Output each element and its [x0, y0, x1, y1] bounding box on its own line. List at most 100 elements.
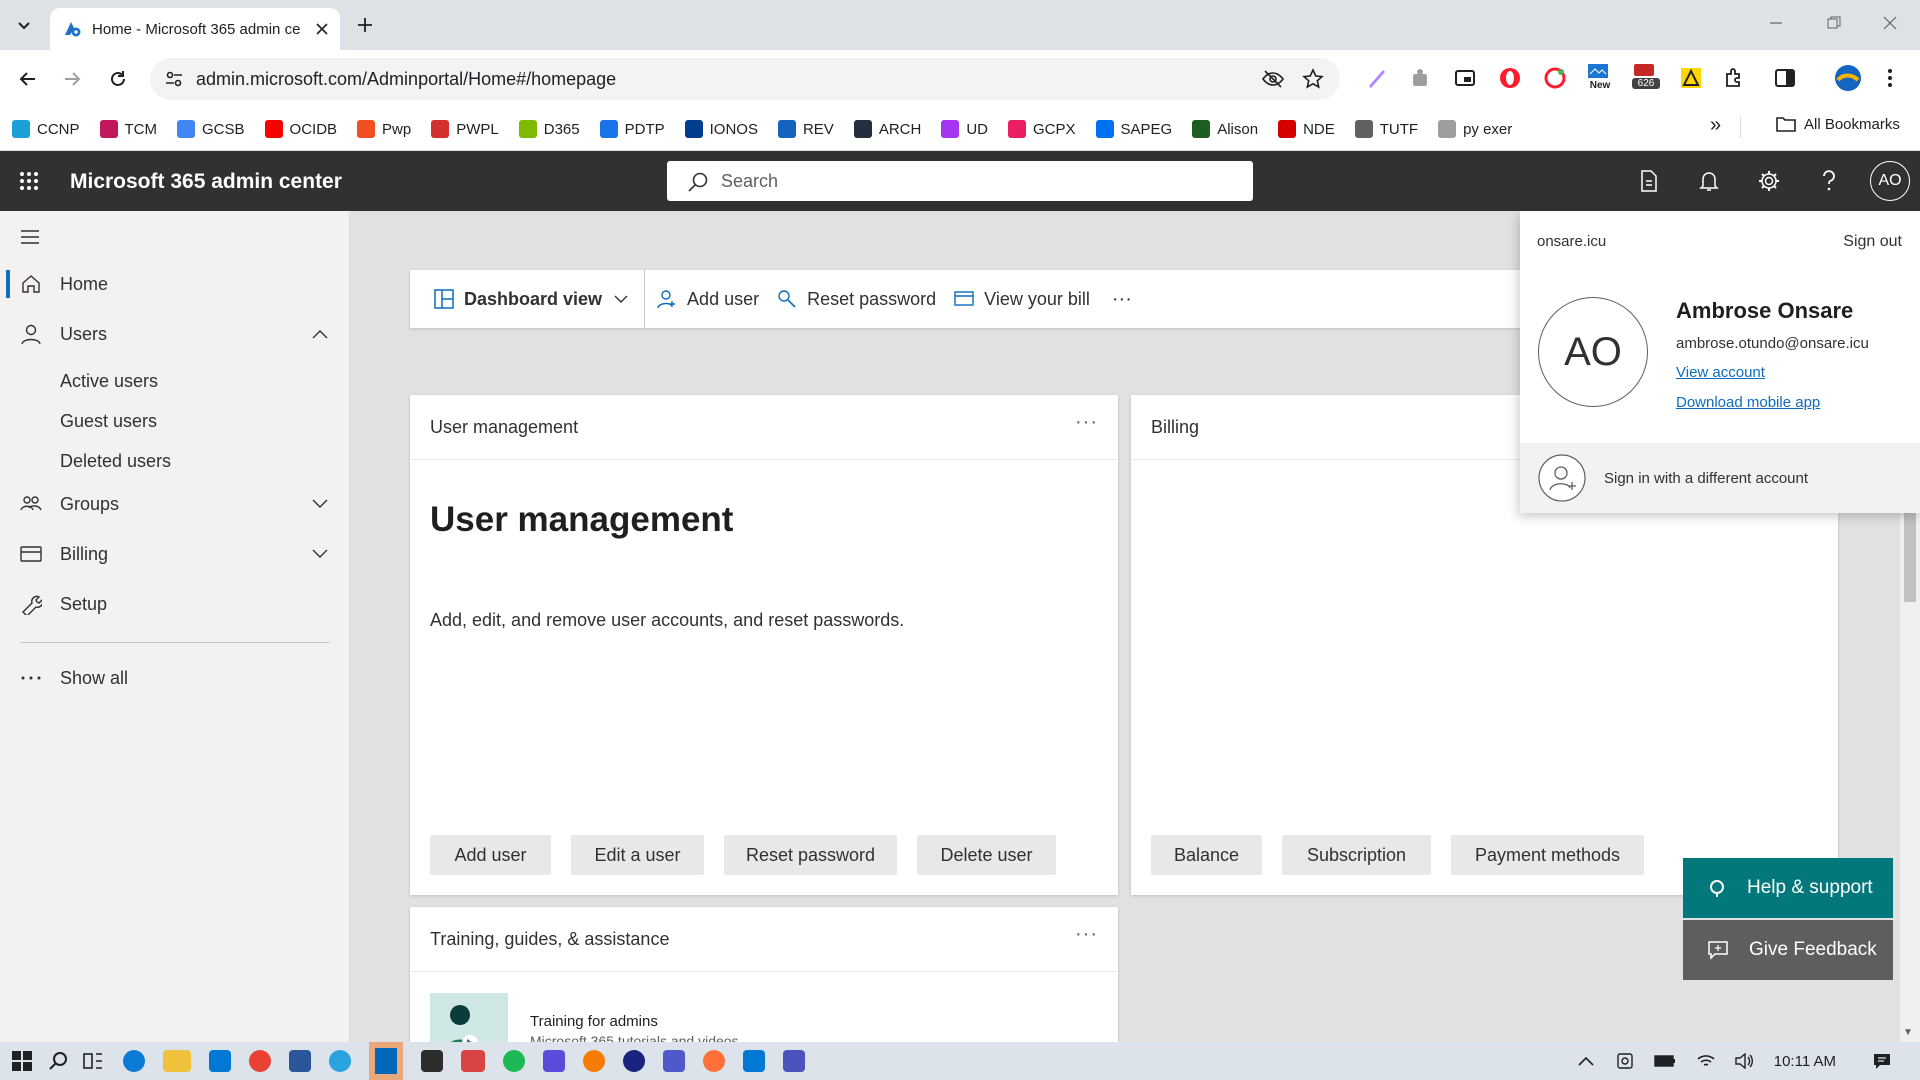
notifications-bell-icon[interactable]	[1694, 166, 1724, 196]
more-bookmarks-chevron-icon[interactable]: »	[1710, 114, 1721, 137]
picture-in-picture-icon[interactable]	[1453, 66, 1477, 90]
warning-extension-icon[interactable]	[1679, 66, 1703, 90]
scroll-down-arrow-icon[interactable]: ▼	[1903, 1027, 1913, 1038]
app-name[interactable]: Microsoft 365 admin center	[70, 170, 342, 194]
bookmark-item[interactable]: ARCH	[853, 120, 921, 138]
tab-search-chevron-icon[interactable]	[12, 13, 36, 37]
delete-user-button[interactable]: Delete user	[917, 835, 1056, 875]
bookmark-item[interactable]: TCM	[99, 120, 157, 138]
opera-extension-icon[interactable]	[1498, 66, 1522, 90]
bookmark-item[interactable]: GCPX	[1008, 120, 1076, 138]
bookmark-item[interactable]: IONOS	[684, 120, 758, 138]
teams-work-icon[interactable]	[783, 1050, 805, 1072]
add-user-command[interactable]: Add user	[657, 289, 759, 310]
nav-item-deleted-users[interactable]: Deleted users	[60, 451, 171, 472]
nav-item-show-all[interactable]: Show all	[0, 656, 350, 700]
view-account-link[interactable]: View account	[1676, 364, 1765, 381]
card-more-ellipsis-icon[interactable]: ···	[1075, 923, 1098, 946]
more-commands-ellipsis-icon[interactable]: ···	[1112, 288, 1132, 311]
subscription-button[interactable]: Subscription	[1282, 835, 1431, 875]
volume-icon[interactable]	[1734, 1053, 1754, 1069]
close-tab-icon[interactable]	[316, 23, 328, 35]
windows-start-icon[interactable]	[12, 1051, 32, 1071]
notification-center-icon[interactable]	[1872, 1052, 1892, 1070]
search-icon[interactable]	[48, 1051, 68, 1071]
browser-menu-icon[interactable]	[1886, 66, 1894, 90]
site-info-icon[interactable]	[164, 69, 184, 89]
terminal-icon[interactable]	[421, 1050, 443, 1072]
address-bar[interactable]: admin.microsoft.com/Adminportal/Home#/ho…	[150, 58, 1340, 100]
vpn-icon[interactable]	[543, 1050, 565, 1072]
news-extension-icon[interactable]: New	[1586, 62, 1614, 91]
show-hidden-icons-chevron-icon[interactable]	[1578, 1056, 1594, 1066]
dashboard-view-button[interactable]: Dashboard view	[434, 289, 628, 310]
collapse-nav-hamburger-icon[interactable]	[20, 229, 40, 245]
payment-methods-button[interactable]: Payment methods	[1451, 835, 1644, 875]
forward-icon[interactable]	[60, 67, 84, 91]
bookmark-item[interactable]: PDTP	[599, 120, 665, 138]
search-box[interactable]: Search	[667, 161, 1253, 201]
browser-tab-active[interactable]: Home - Microsoft 365 admin ce	[50, 8, 340, 50]
add-user-button[interactable]: Add user	[430, 835, 551, 875]
close-window-icon[interactable]	[1882, 15, 1898, 31]
help-question-icon[interactable]	[1814, 166, 1844, 196]
reset-password-command[interactable]: Reset password	[777, 289, 936, 310]
telegram-icon[interactable]	[329, 1050, 351, 1072]
bookmark-item[interactable]: Alison	[1192, 120, 1258, 138]
bookmark-star-icon[interactable]	[1302, 68, 1324, 90]
teams-icon[interactable]	[663, 1050, 685, 1072]
bookmark-item[interactable]: NDE	[1278, 120, 1335, 138]
eye-off-icon[interactable]	[1262, 69, 1284, 89]
training-item-title[interactable]: Training for admins	[530, 1013, 658, 1030]
document-icon[interactable]	[1634, 166, 1664, 196]
nav-item-home[interactable]: Home	[0, 262, 350, 306]
bookmark-item[interactable]: PWPL	[431, 120, 499, 138]
store-icon[interactable]	[209, 1050, 231, 1072]
profile-avatar-icon[interactable]	[1834, 64, 1862, 92]
bookmark-item[interactable]: GCSB	[177, 120, 245, 138]
taskbar-clock[interactable]: 10:11 AM	[1774, 1053, 1836, 1070]
edge-icon[interactable]	[123, 1050, 145, 1072]
balance-button[interactable]: Balance	[1151, 835, 1262, 875]
restore-window-icon[interactable]	[1826, 15, 1842, 31]
nav-item-active-users[interactable]: Active users	[60, 371, 158, 392]
puzzle-grey-extension-icon[interactable]	[1408, 66, 1432, 90]
battery-icon[interactable]	[1654, 1055, 1676, 1067]
outlook-icon[interactable]	[743, 1050, 765, 1072]
vscode-icon[interactable]	[369, 1042, 403, 1080]
sign-out-link[interactable]: Sign out	[1843, 233, 1902, 251]
task-view-icon[interactable]	[82, 1051, 104, 1071]
counter-extension-icon[interactable]: 626	[1632, 62, 1660, 89]
nav-item-users[interactable]: Users	[0, 312, 350, 356]
search-app-icon[interactable]	[583, 1050, 605, 1072]
nav-item-setup[interactable]: Setup	[0, 582, 350, 626]
back-icon[interactable]	[16, 67, 40, 91]
bookmark-item[interactable]: D365	[518, 120, 580, 138]
minimize-window-icon[interactable]	[1768, 15, 1784, 31]
nav-item-billing[interactable]: Billing	[0, 532, 350, 576]
chevron-down-icon[interactable]	[312, 499, 328, 509]
scrollbar-thumb[interactable]	[1904, 510, 1916, 602]
all-bookmarks-button[interactable]: All Bookmarks	[1776, 115, 1900, 133]
opera-gx-extension-icon[interactable]	[1543, 66, 1567, 90]
camera-icon[interactable]	[1616, 1052, 1634, 1070]
reset-password-button[interactable]: Reset password	[724, 835, 897, 875]
give-feedback-button[interactable]: Give Feedback	[1683, 920, 1893, 980]
chevron-up-icon[interactable]	[312, 329, 328, 339]
app-blue-circle-icon[interactable]	[623, 1050, 645, 1072]
edit-user-button[interactable]: Edit a user	[571, 835, 704, 875]
settings-gear-icon[interactable]	[1754, 166, 1784, 196]
chevron-down-icon[interactable]	[312, 549, 328, 559]
training-thumbnail[interactable]	[430, 993, 508, 1042]
view-bill-command[interactable]: View your bill	[954, 289, 1090, 310]
bookmark-item[interactable]: TUTF	[1354, 120, 1418, 138]
bookmark-item[interactable]: OCIDB	[264, 120, 337, 138]
new-tab-icon[interactable]	[353, 13, 377, 37]
side-panel-icon[interactable]	[1773, 66, 1797, 90]
bookmark-item[interactable]: UD	[941, 120, 988, 138]
file-explorer-icon[interactable]	[163, 1050, 191, 1072]
bookmark-item[interactable]: CCNP	[12, 120, 80, 138]
bookmark-item[interactable]: py exer	[1438, 120, 1512, 138]
bookmark-item[interactable]: SAPEG	[1095, 120, 1172, 138]
app-launcher-waffle-icon[interactable]	[19, 171, 39, 191]
